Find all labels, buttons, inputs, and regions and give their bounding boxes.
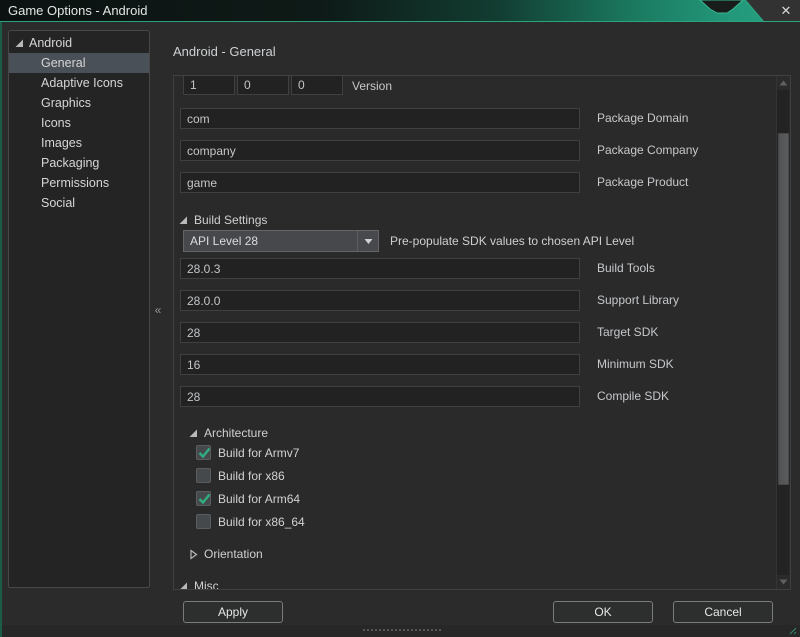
package-product-field[interactable]: [180, 172, 580, 193]
chevron-down-icon: [364, 238, 373, 245]
sidebar-item-graphics[interactable]: Graphics: [9, 93, 149, 113]
triangle-up-icon: [779, 80, 788, 86]
support-library-row: Support Library: [174, 290, 790, 312]
resize-grip-icon[interactable]: [788, 626, 797, 635]
scroll-up-button[interactable]: [777, 76, 790, 90]
dropdown-arrow-button[interactable]: [357, 231, 378, 251]
sidebar-item-general[interactable]: General: [9, 53, 149, 73]
compile-sdk-field[interactable]: [180, 386, 580, 407]
package-domain-field[interactable]: [180, 108, 580, 129]
target-sdk-field[interactable]: [180, 322, 580, 343]
sidebar-item-social[interactable]: Social: [9, 193, 149, 213]
package-company-row: Package Company: [174, 140, 790, 162]
section-misc[interactable]: Misc: [178, 579, 219, 590]
sidebar-item-permissions[interactable]: Permissions: [9, 173, 149, 193]
triangle-down-icon: [779, 579, 788, 585]
section-collapsed-icon[interactable]: [188, 549, 199, 560]
version-minor-field[interactable]: [237, 75, 289, 95]
build-tools-field[interactable]: [180, 258, 580, 279]
package-product-row: Package Product: [174, 172, 790, 194]
section-expanded-icon[interactable]: [178, 581, 189, 591]
window-title: Game Options - Android: [8, 3, 147, 18]
window-left-accent: [0, 22, 2, 637]
api-level-row: API Level 28 Pre-populate SDK values to …: [174, 230, 790, 254]
sidebar-tree: Android General Adaptive Icons Graphics …: [8, 30, 150, 588]
section-orientation[interactable]: Orientation: [188, 547, 263, 561]
build-tools-label: Build Tools: [597, 261, 655, 275]
vertical-scrollbar[interactable]: [776, 76, 789, 589]
package-company-label: Package Company: [597, 143, 698, 157]
sidebar-collapse-handle[interactable]: «: [150, 301, 165, 319]
resize-handle[interactable]: [363, 629, 441, 631]
checkbox-build-armv7[interactable]: Build for Armv7: [174, 444, 299, 461]
api-level-value: API Level 28: [184, 231, 357, 251]
support-library-label: Support Library: [597, 293, 679, 307]
minimum-sdk-row: Minimum SDK: [174, 354, 790, 376]
package-domain-row: Package Domain: [174, 108, 790, 130]
sidebar-item-icons[interactable]: Icons: [9, 113, 149, 133]
api-level-hint: Pre-populate SDK values to chosen API Le…: [390, 234, 634, 248]
api-level-dropdown[interactable]: API Level 28: [183, 230, 379, 252]
package-domain-label: Package Domain: [597, 111, 688, 125]
apply-button[interactable]: Apply: [183, 601, 283, 623]
checkbox-box[interactable]: [196, 468, 211, 483]
section-architecture[interactable]: Architecture: [188, 426, 268, 440]
section-expanded-icon[interactable]: [178, 215, 189, 226]
checkbox-build-arm64[interactable]: Build for Arm64: [174, 490, 300, 507]
checkmark-icon: [197, 491, 212, 506]
close-button[interactable]: ✕: [776, 2, 796, 19]
package-company-field[interactable]: [180, 140, 580, 161]
page-title: Android - General: [173, 44, 276, 59]
version-row: Version: [174, 75, 790, 96]
scroll-down-button[interactable]: [777, 575, 790, 589]
ok-button[interactable]: OK: [553, 601, 653, 623]
compile-sdk-label: Compile SDK: [597, 389, 669, 403]
checkbox-box[interactable]: [196, 491, 211, 506]
version-label: Version: [352, 79, 392, 93]
settings-scroll-panel: Version Package Domain Package Company P…: [173, 75, 791, 590]
sidebar-item-packaging[interactable]: Packaging: [9, 153, 149, 173]
scrollbar-thumb[interactable]: [778, 133, 789, 485]
build-tools-row: Build Tools: [174, 258, 790, 280]
sidebar-item-adaptive-icons[interactable]: Adaptive Icons: [9, 73, 149, 93]
tree-expanded-icon[interactable]: [14, 38, 25, 49]
support-library-field[interactable]: [180, 290, 580, 311]
checkbox-box[interactable]: [196, 514, 211, 529]
game-options-window: Game Options - Android ✕ Android General…: [0, 0, 800, 637]
version-build-field[interactable]: [291, 75, 343, 95]
checkmark-icon: [197, 445, 212, 460]
section-build-settings[interactable]: Build Settings: [178, 213, 267, 227]
checkbox-box[interactable]: [196, 445, 211, 460]
sidebar-root-android[interactable]: Android: [9, 33, 149, 53]
section-expanded-icon[interactable]: [188, 428, 199, 439]
checkbox-build-x86-64[interactable]: Build for x86_64: [174, 513, 305, 530]
window-bottom-strip: [2, 625, 800, 637]
minimum-sdk-field[interactable]: [180, 354, 580, 375]
tree-root-label: Android: [29, 36, 72, 50]
minimum-sdk-label: Minimum SDK: [597, 357, 674, 371]
title-bar[interactable]: Game Options - Android ✕: [0, 0, 800, 22]
target-sdk-label: Target SDK: [597, 325, 658, 339]
target-sdk-row: Target SDK: [174, 322, 790, 344]
cancel-button[interactable]: Cancel: [673, 601, 773, 623]
sidebar-item-images[interactable]: Images: [9, 133, 149, 153]
package-product-label: Package Product: [597, 175, 688, 189]
checkbox-build-x86[interactable]: Build for x86: [174, 467, 285, 484]
compile-sdk-row: Compile SDK: [174, 386, 790, 408]
version-major-field[interactable]: [183, 75, 235, 95]
